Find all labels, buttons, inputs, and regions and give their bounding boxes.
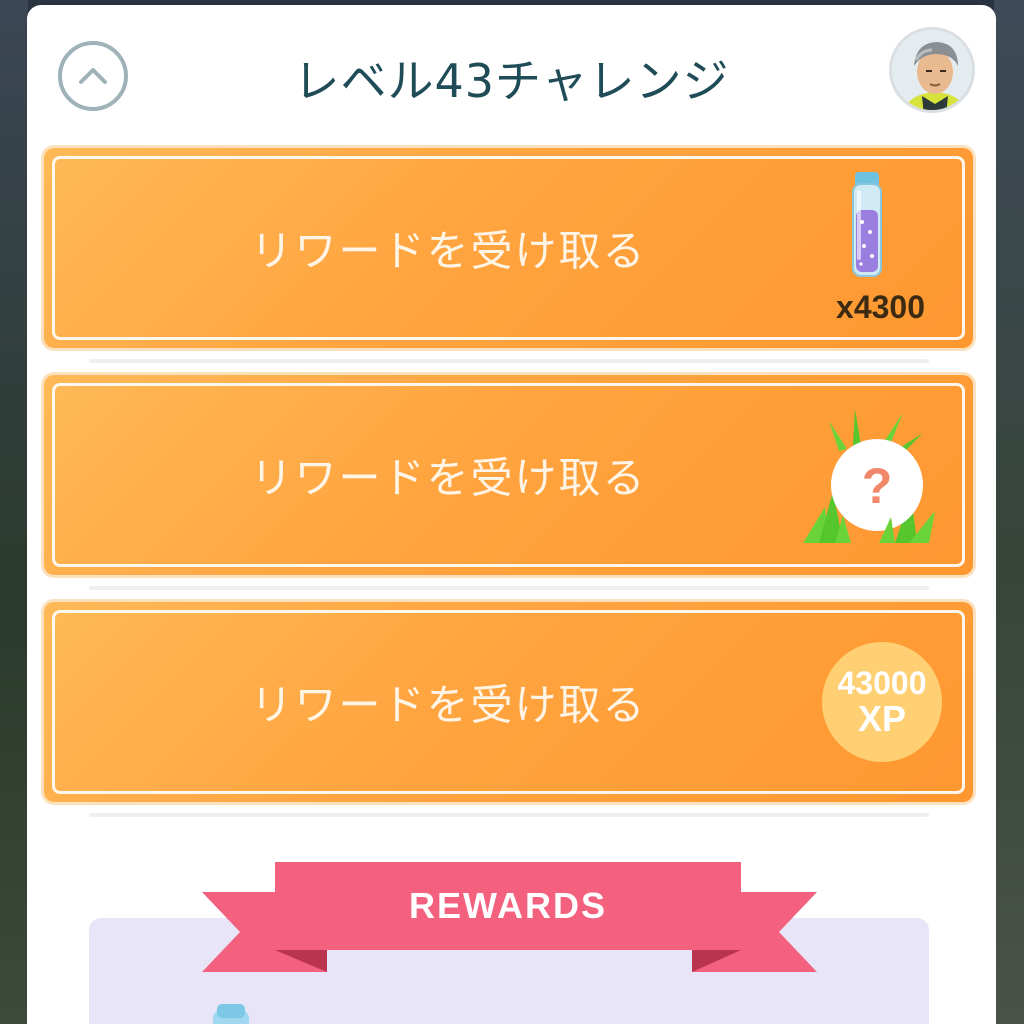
chevron-up-icon — [79, 68, 107, 84]
claim-reward-label: リワードを受け取る — [250, 226, 647, 276]
collapse-button[interactable] — [58, 41, 128, 111]
background-right — [994, 0, 1024, 1024]
divider — [89, 359, 929, 363]
claim-reward-card-xp[interactable]: リワードを受け取る 43000 XP — [44, 602, 973, 802]
divider — [89, 813, 929, 817]
rewards-banner-label: REWARDS — [275, 862, 741, 950]
xp-amount: 43000 — [837, 665, 927, 701]
xp-badge: 43000 XP — [822, 642, 942, 762]
reward-quantity: x4300 — [836, 289, 925, 325]
background-left — [0, 0, 28, 1024]
page-title: レベル43チャレンジ — [293, 54, 730, 108]
avatar-icon — [892, 30, 972, 110]
xp-unit: XP — [857, 698, 907, 739]
claim-reward-label: リワードを受け取る — [250, 453, 647, 503]
rewards-ribbon: REWARDS — [202, 860, 817, 980]
challenge-panel: レベル43チャレンジ リワードを受け取る x4300 リワードを受け取る ? リ… — [27, 5, 996, 1024]
stardust-vial-icon — [852, 172, 882, 277]
mystery-encounter-icon: ? — [803, 409, 935, 543]
claim-reward-card-stardust[interactable]: リワードを受け取る x4300 — [44, 148, 973, 348]
divider — [89, 586, 929, 590]
claim-reward-label: リワードを受け取る — [250, 680, 647, 730]
panel-header: レベル43チャレンジ — [27, 5, 996, 145]
claim-reward-card-encounter[interactable]: リワードを受け取る ? — [44, 375, 973, 575]
trainer-avatar[interactable] — [889, 27, 975, 113]
stardust-vial-icon — [213, 1004, 249, 1024]
mystery-mark: ? — [862, 458, 893, 514]
